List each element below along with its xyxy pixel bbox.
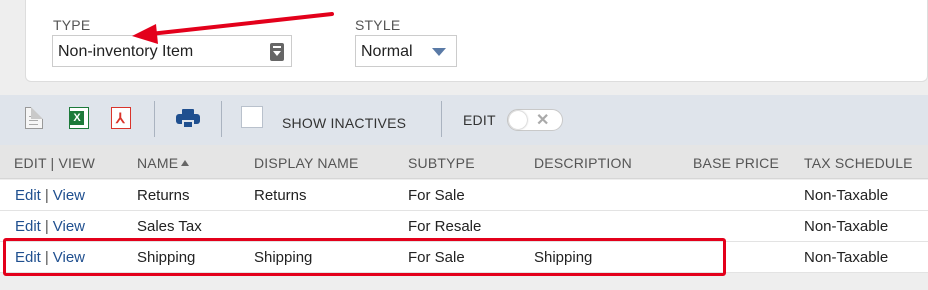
edit-link[interactable]: Edit [15, 249, 41, 266]
cell-subtype: For Resale [408, 218, 482, 235]
cell-name: Sales Tax [137, 218, 202, 235]
sort-ascending-icon [181, 160, 190, 166]
cell-display-name: Returns [254, 187, 307, 204]
toolbar-divider [221, 101, 222, 137]
document-icon[interactable] [25, 107, 43, 129]
column-header-name[interactable]: NAME [137, 155, 190, 171]
cell-name: Returns [137, 187, 190, 204]
show-inactives-checkbox[interactable] [241, 106, 263, 128]
link-separator: | [44, 218, 49, 235]
view-link[interactable]: View [53, 218, 85, 235]
table-row: Edit | View Returns Returns For Sale Non-T… [0, 180, 928, 211]
toolbar-divider [154, 101, 155, 137]
edit-mode-toggle[interactable]: ✕ [507, 109, 563, 131]
toggle-knob [509, 111, 527, 129]
printer-icon[interactable] [176, 109, 200, 129]
excel-icon[interactable]: X [69, 107, 89, 129]
view-link[interactable]: View [53, 249, 85, 266]
column-header-subtype[interactable]: SUBTYPE [408, 155, 475, 171]
table-row: Edit | View Sales Tax For Resale Non-Taxab… [0, 211, 928, 242]
table-header: EDIT | VIEW NAME DISPLAY NAME SUBTYPE DE… [0, 145, 928, 179]
edit-link[interactable]: Edit [15, 187, 41, 204]
column-header-tax-schedule[interactable]: TAX SCHEDULE [804, 155, 913, 171]
view-link[interactable]: View [53, 187, 85, 204]
column-header-display-name[interactable]: DISPLAY NAME [254, 155, 359, 171]
link-separator: | [44, 249, 49, 266]
table-row: Edit | View Shipping Shipping For Sale Shi… [0, 242, 928, 273]
pdf-icon[interactable]: ⅄ [111, 107, 131, 129]
show-inactives-label: SHOW INACTIVES [282, 115, 407, 131]
cell-subtype: For Sale [408, 187, 465, 204]
cell-description: Shipping [534, 249, 593, 266]
cell-subtype: For Sale [408, 249, 465, 266]
cell-tax-schedule: Non-Taxable [804, 249, 889, 266]
column-header-name-label: NAME [137, 155, 179, 171]
edit-mode-label: EDIT [463, 112, 496, 128]
cell-tax-schedule: Non-Taxable [804, 218, 889, 235]
column-header-edit-view: EDIT | VIEW [14, 155, 96, 171]
cell-tax-schedule: Non-Taxable [804, 187, 889, 204]
toolbar-divider [441, 101, 442, 137]
link-separator: | [44, 187, 49, 204]
cell-display-name: Shipping [254, 249, 313, 266]
column-header-description[interactable]: DESCRIPTION [534, 155, 632, 171]
column-header-base-price[interactable]: BASE PRICE [693, 155, 779, 171]
edit-link[interactable]: Edit [15, 218, 41, 235]
list-toolbar: X ⅄ SHOW INACTIVES EDIT ✕ [0, 95, 928, 145]
close-icon: ✕ [536, 112, 550, 129]
cell-name: Shipping [137, 249, 196, 266]
